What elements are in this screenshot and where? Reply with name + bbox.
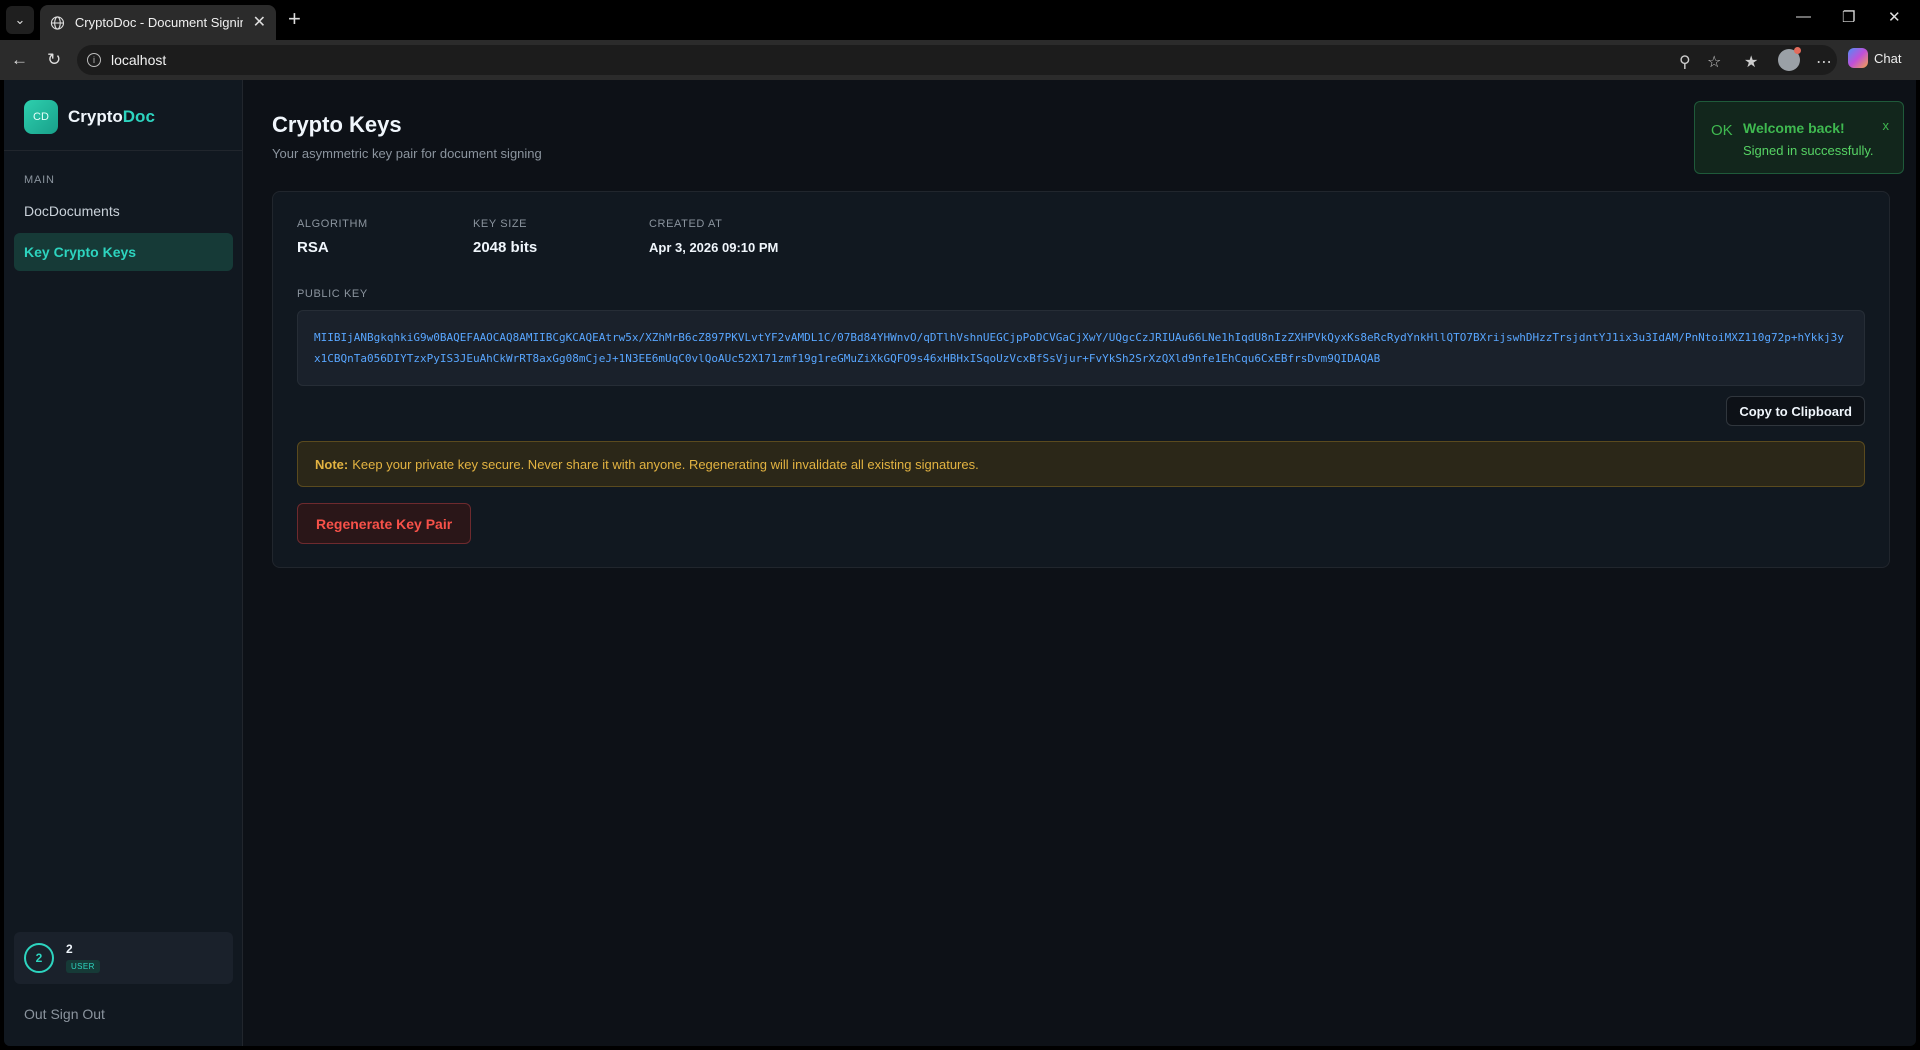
note-text: Keep your private key secure. Never shar… (352, 456, 979, 472)
brand-logo: CD (24, 100, 58, 134)
favorites-list-icon[interactable]: ★ (1744, 52, 1758, 72)
address-bar: ← ↻ i localhost ⚲ ☆ ★ ⋯ (0, 40, 1920, 80)
brand-name: CryptoDoc (68, 107, 155, 127)
key-size-label: KEY SIZE (473, 218, 528, 230)
site-info-icon[interactable]: i (87, 53, 101, 67)
algorithm-field: ALGORITHM RSA (297, 218, 368, 256)
toast-message: Signed in successfully. (1743, 143, 1874, 158)
brand-name-primary: Crypto (68, 107, 123, 126)
role-badge: USER (66, 960, 100, 973)
algorithm-value: RSA (297, 239, 329, 256)
regenerate-key-pair-button[interactable]: Regenerate Key Pair (297, 503, 472, 544)
toast-close-button[interactable]: x (1883, 118, 1890, 133)
key-pair-card: ALGORITHM RSA KEY SIZE 2048 bits CREATED… (272, 191, 1890, 568)
refresh-icon[interactable]: ↻ (47, 50, 61, 70)
created-at-value: Apr 3, 2026 09:10 PM (649, 240, 779, 255)
brand-name-accent: Doc (122, 107, 155, 126)
chat-label: Chat (1874, 50, 1902, 66)
minimize-icon[interactable]: — (1796, 8, 1811, 25)
documents-icon-text: Doc (24, 203, 49, 219)
note-label: Note: (315, 456, 349, 472)
sidebar-item-documents[interactable]: Doc Documents (14, 192, 233, 230)
key-size-value: 2048 bits (473, 239, 538, 256)
page-subtitle: Your asymmetric key pair for document si… (272, 146, 542, 161)
globe-icon (50, 15, 65, 30)
user-card: 2 2 USER (14, 932, 233, 984)
sidebar-item-crypto-keys[interactable]: Key Crypto Keys (14, 233, 233, 271)
key-icon[interactable]: ⚲ (1679, 52, 1691, 72)
sign-out-button[interactable]: Out Sign Out (24, 1006, 105, 1022)
user-name: 2 (66, 942, 73, 956)
profile-notification-dot (1794, 47, 1801, 54)
window-close-icon[interactable]: ✕ (1888, 8, 1901, 26)
more-options-icon[interactable]: ⋯ (1816, 52, 1832, 72)
url-text: localhost (111, 52, 167, 68)
favorite-star-icon[interactable]: ☆ (1707, 52, 1721, 72)
key-icon-text: Key (24, 244, 50, 260)
copy-to-clipboard-button[interactable]: Copy to Clipboard (1726, 396, 1865, 426)
restore-icon[interactable]: ❐ (1842, 8, 1855, 26)
public-key-text[interactable]: MIIBIjANBgkqhkiG9w0BAQEFAAOCAQ8AMIIBCgKC… (297, 310, 1865, 386)
tab-close-icon[interactable]: ✕ (253, 14, 266, 31)
browser-tab[interactable]: CryptoDoc - Document Signing Pl ✕ (40, 5, 276, 40)
browser-tab-bar: ⌄ CryptoDoc - Document Signing Pl ✕ + — … (0, 0, 1920, 40)
copilot-icon (1848, 48, 1868, 68)
security-note: Note: Keep your private key secure. Neve… (297, 441, 1865, 487)
sign-out-icon-text: Out (24, 1006, 47, 1022)
public-key-label: PUBLIC KEY (297, 288, 368, 300)
sidebar-item-label: Crypto Keys (53, 244, 137, 260)
algorithm-label: ALGORITHM (297, 218, 368, 230)
nav-section-label: MAIN (24, 174, 55, 186)
back-arrow-icon[interactable]: ← (11, 50, 28, 70)
new-tab-plus-icon[interactable]: + (288, 8, 301, 30)
tab-list-chevron-icon[interactable]: ⌄ (6, 6, 34, 34)
chat-button[interactable]: Chat (1848, 48, 1901, 68)
sidebar-divider (4, 150, 243, 151)
toast-ok-icon: OK (1711, 122, 1733, 139)
sidebar-item-label: Documents (48, 203, 120, 219)
brand[interactable]: CD CryptoDoc (24, 100, 155, 134)
key-size-field: KEY SIZE 2048 bits (473, 218, 537, 256)
toast-title: Welcome back! (1743, 120, 1845, 136)
avatar: 2 (24, 943, 54, 973)
sign-out-label: Sign Out (50, 1006, 105, 1022)
created-at-field: CREATED AT Apr 3, 2026 09:10 PM (649, 218, 778, 255)
page-title: Crypto Keys (272, 112, 402, 137)
created-at-label: CREATED AT (649, 218, 723, 230)
url-field[interactable]: i localhost (77, 45, 1837, 75)
app-viewport: CD CryptoDoc MAIN Doc Documents Key Crypt… (4, 80, 1916, 1046)
sidebar: CD CryptoDoc MAIN Doc Documents Key Crypt… (4, 80, 243, 1046)
tab-title: CryptoDoc - Document Signing Pl (74, 15, 243, 30)
toast-notification: OK Welcome back! Signed in successfully.… (1694, 101, 1904, 174)
